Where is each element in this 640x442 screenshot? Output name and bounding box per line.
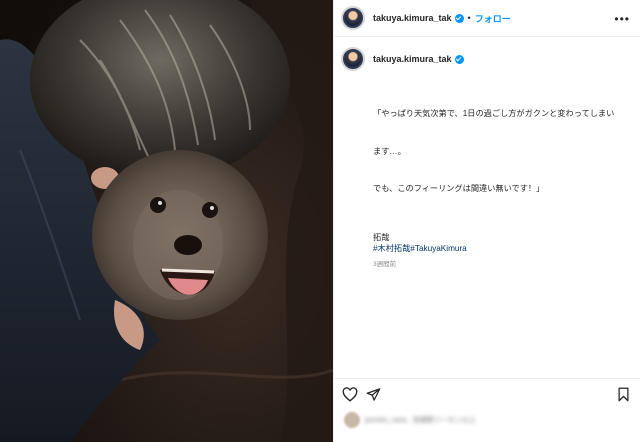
caption-line: 「やっぱり天気次第で、1日の過ごし方がガクンと変わってしまい — [373, 109, 615, 118]
liked-by-row[interactable]: ponoko_nara、他複数ツーセン以上 — [344, 412, 476, 428]
send-icon[interactable] — [366, 387, 381, 407]
avatar[interactable] — [341, 6, 365, 30]
caption-username[interactable]: takuya.kimura_tak — [373, 54, 452, 64]
liked-by-text: ponoko_nara、他複数ツーセン以上 — [365, 417, 476, 424]
hashtag-links[interactable]: #木村拓哉#TakuyaKimura — [373, 243, 640, 256]
post-header: takuya.kimura_tak • フォロー ••• — [334, 0, 640, 37]
post-photo[interactable] — [0, 0, 333, 442]
post-detail-panel: takuya.kimura_tak • フォロー ••• takuya.kimu… — [333, 0, 640, 442]
photo-illustration — [0, 0, 333, 442]
caption-author: takuya.kimura_tak — [334, 37, 640, 71]
heart-icon[interactable] — [342, 387, 358, 407]
separator-dot: • — [467, 13, 471, 23]
caption-line: でも、このフィーリングは間違い無いです！」 — [373, 184, 545, 193]
header-username[interactable]: takuya.kimura_tak — [373, 13, 452, 23]
caption-text: 「やっぱり天気次第で、1日の過ごし方がガクンと変わってしまい ます…。 でも、こ… — [373, 83, 628, 221]
liker-avatar — [344, 412, 360, 428]
verified-badge-icon — [454, 54, 464, 64]
caption-avatar[interactable] — [341, 47, 365, 71]
post-timestamp: 3週間前 — [373, 261, 397, 268]
follow-button[interactable]: フォロー — [475, 12, 511, 25]
caption-line: ます…。 — [373, 146, 406, 156]
verified-badge-icon — [454, 13, 464, 23]
bookmark-icon[interactable] — [617, 387, 630, 407]
more-options-icon[interactable]: ••• — [614, 12, 630, 26]
action-bar — [334, 378, 640, 412]
caption-signature: 拓哉 — [373, 232, 390, 242]
